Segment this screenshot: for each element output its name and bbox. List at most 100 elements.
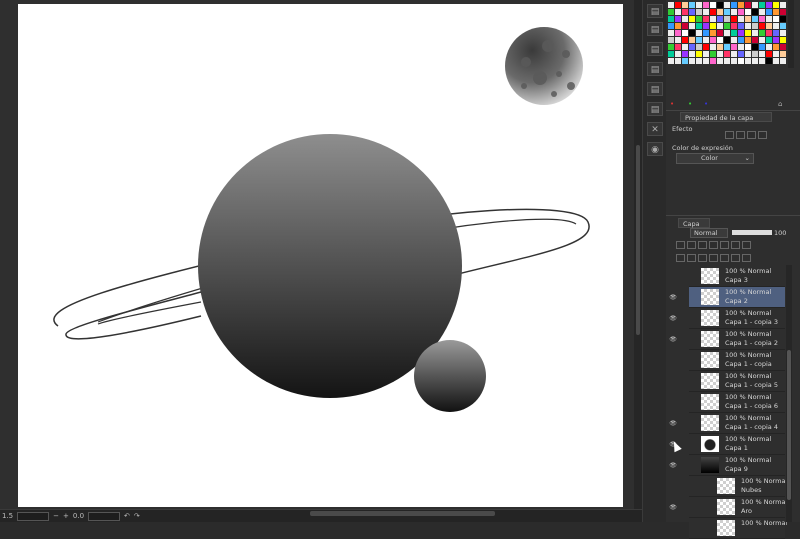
color-swatch[interactable] bbox=[717, 44, 723, 50]
color-swatch[interactable] bbox=[703, 23, 709, 29]
tone-effect-icon[interactable] bbox=[736, 131, 745, 139]
color-swatch[interactable] bbox=[696, 30, 702, 36]
color-icon[interactable] bbox=[742, 241, 751, 249]
color-swatch[interactable] bbox=[745, 2, 751, 8]
color-swatch[interactable] bbox=[773, 44, 779, 50]
color-swatch[interactable] bbox=[738, 58, 744, 64]
color-swatch[interactable] bbox=[738, 51, 744, 57]
color-swatch[interactable] bbox=[745, 58, 751, 64]
close-icon[interactable]: ✕ bbox=[647, 122, 663, 136]
new-folder-icon[interactable] bbox=[698, 254, 707, 262]
color-swatch[interactable] bbox=[752, 58, 758, 64]
color-swatch[interactable] bbox=[759, 37, 765, 43]
camera-icon[interactable]: ◉ bbox=[647, 142, 663, 156]
opacity-slider[interactable] bbox=[732, 230, 772, 235]
blend-mode-select[interactable]: Normal bbox=[690, 228, 728, 238]
visibility-eye-icon[interactable]: 👁 bbox=[668, 294, 678, 302]
canvas-area[interactable] bbox=[0, 0, 640, 509]
color-swatch[interactable] bbox=[759, 23, 765, 29]
layer-row[interactable]: 100 % Normal Aro bbox=[689, 497, 787, 518]
color-swatch[interactable] bbox=[773, 58, 779, 64]
color-swatch[interactable] bbox=[759, 30, 765, 36]
color-swatch[interactable] bbox=[675, 23, 681, 29]
color-swatch[interactable] bbox=[668, 9, 674, 15]
color-swatch[interactable] bbox=[724, 30, 730, 36]
color-swatch[interactable] bbox=[703, 9, 709, 15]
rotation-slider[interactable] bbox=[88, 511, 121, 521]
color-swatch[interactable] bbox=[752, 23, 758, 29]
color-swatch[interactable] bbox=[703, 2, 709, 8]
color-swatch[interactable] bbox=[738, 9, 744, 15]
delete-icon[interactable] bbox=[742, 254, 751, 262]
border-effect-icon[interactable] bbox=[725, 131, 734, 139]
color-swatch[interactable] bbox=[717, 16, 723, 22]
color-swatch[interactable] bbox=[703, 44, 709, 50]
color-swatch[interactable] bbox=[766, 16, 772, 22]
visibility-eye-icon[interactable] bbox=[668, 378, 678, 386]
color-swatch[interactable] bbox=[675, 37, 681, 43]
color-swatch[interactable] bbox=[738, 37, 744, 43]
color-swatch[interactable] bbox=[780, 23, 786, 29]
color-swatch[interactable] bbox=[689, 23, 695, 29]
color-swatch[interactable] bbox=[710, 2, 716, 8]
rotation-value[interactable]: 0.0 bbox=[73, 512, 84, 520]
color-swatch[interactable] bbox=[710, 51, 716, 57]
color-swatch[interactable] bbox=[780, 2, 786, 8]
layer-row[interactable]: 100 % Normal bbox=[689, 518, 787, 539]
color-swatch[interactable] bbox=[731, 23, 737, 29]
panel-icon[interactable]: ▤ bbox=[647, 4, 663, 18]
color-swatch[interactable] bbox=[759, 44, 765, 50]
panel-icon[interactable]: ▤ bbox=[647, 42, 663, 56]
color-swatch[interactable] bbox=[766, 30, 772, 36]
canvas-vertical-scrollbar[interactable] bbox=[634, 0, 642, 509]
color-swatch[interactable] bbox=[689, 58, 695, 64]
opacity-value[interactable]: 100 bbox=[774, 229, 786, 237]
color-swatch[interactable] bbox=[780, 44, 786, 50]
color-swatch[interactable] bbox=[717, 51, 723, 57]
color-swatch[interactable] bbox=[682, 9, 688, 15]
color-swatch[interactable] bbox=[689, 2, 695, 8]
color-swatch[interactable] bbox=[682, 37, 688, 43]
color-swatch[interactable] bbox=[745, 51, 751, 57]
color-swatch[interactable] bbox=[668, 51, 674, 57]
color-swatch[interactable] bbox=[738, 16, 744, 22]
color-swatch[interactable] bbox=[675, 58, 681, 64]
color-swatch[interactable] bbox=[766, 23, 772, 29]
layer-row[interactable]: 100 % Normal Capa 9 bbox=[689, 455, 785, 476]
color-swatch[interactable] bbox=[752, 16, 758, 22]
rotate-left-icon[interactable]: ↶ bbox=[124, 512, 130, 520]
color-swatch[interactable] bbox=[773, 23, 779, 29]
visibility-eye-icon[interactable]: 👁 bbox=[668, 420, 678, 428]
color-swatch[interactable] bbox=[766, 44, 772, 50]
layer-toolbar-1[interactable] bbox=[676, 241, 794, 251]
color-swatch[interactable] bbox=[724, 37, 730, 43]
color-swatch[interactable] bbox=[717, 2, 723, 8]
color-swatch[interactable] bbox=[675, 44, 681, 50]
color-swatch[interactable] bbox=[689, 30, 695, 36]
color-swatch[interactable] bbox=[710, 58, 716, 64]
color-swatch[interactable] bbox=[703, 58, 709, 64]
color-swatch[interactable] bbox=[731, 2, 737, 8]
color-swatch[interactable] bbox=[731, 44, 737, 50]
color-swatch[interactable] bbox=[696, 51, 702, 57]
zoom-value[interactable]: 1.5 bbox=[2, 512, 13, 520]
color-swatch[interactable] bbox=[703, 51, 709, 57]
layer-row[interactable]: 100 % Normal Capa 1 - copia 5 bbox=[689, 371, 785, 392]
color-swatch[interactable] bbox=[752, 44, 758, 50]
color-swatch[interactable] bbox=[731, 58, 737, 64]
panel-icon[interactable]: ▤ bbox=[647, 22, 663, 36]
color-swatch[interactable] bbox=[675, 16, 681, 22]
color-swatch[interactable] bbox=[703, 37, 709, 43]
visibility-eye-icon[interactable] bbox=[668, 399, 678, 407]
panel-icon[interactable]: ▤ bbox=[647, 82, 663, 96]
color-swatch[interactable] bbox=[682, 30, 688, 36]
effect-buttons[interactable] bbox=[725, 131, 769, 141]
color-swatch[interactable] bbox=[682, 2, 688, 8]
panel-icon[interactable]: ▤ bbox=[647, 102, 663, 116]
zoom-slider[interactable] bbox=[17, 511, 50, 521]
color-swatch[interactable] bbox=[717, 9, 723, 15]
layer-row[interactable]: 100 % Normal Capa 1 - copia 6 bbox=[689, 392, 785, 413]
color-swatch[interactable] bbox=[682, 51, 688, 57]
color-swatch[interactable] bbox=[773, 2, 779, 8]
color-swatch[interactable] bbox=[717, 30, 723, 36]
